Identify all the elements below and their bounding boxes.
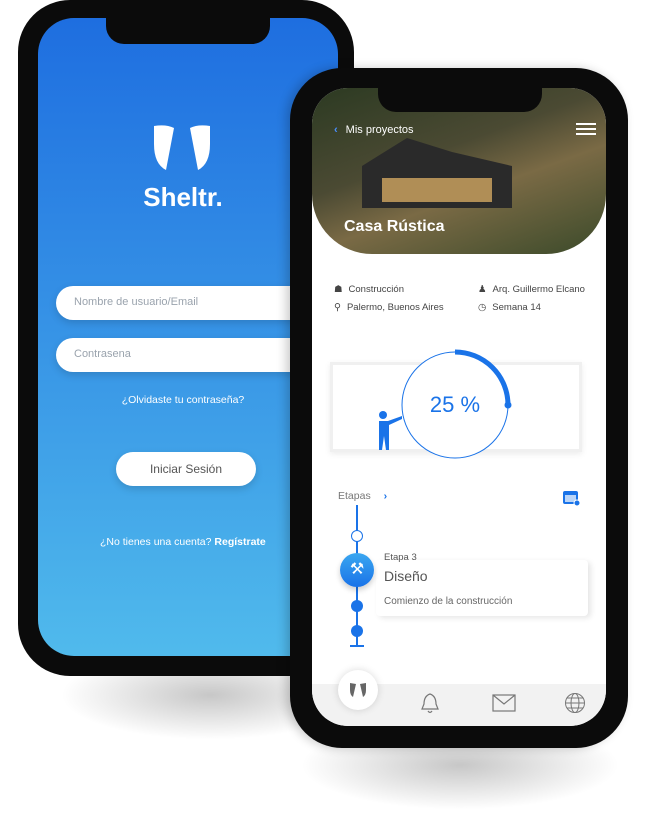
home-icon: ☗: [334, 284, 343, 295]
mail-icon[interactable]: [492, 694, 516, 712]
stages-link[interactable]: Etapas ›: [338, 490, 387, 502]
chevron-right-icon: ›: [383, 490, 388, 502]
project-type: Construcción: [348, 284, 404, 295]
sheltr-logo-icon: [350, 683, 366, 697]
architect-name: Arq. Guillermo Elcano: [492, 284, 585, 295]
menu-icon[interactable]: [576, 120, 596, 138]
person-icon: ♟: [478, 284, 487, 295]
stages-label: Etapas: [338, 490, 371, 502]
clock-icon: ◷: [478, 302, 487, 313]
no-account-text: ¿No tienes una cuenta?: [100, 536, 212, 548]
globe-icon[interactable]: [564, 692, 586, 714]
timeline-node-edit[interactable]: [351, 625, 363, 637]
location-pin-icon: ⚲: [334, 302, 341, 313]
notch: [106, 18, 270, 44]
timeline-node-completed[interactable]: [351, 530, 363, 542]
calendar-icon[interactable]: [562, 488, 580, 506]
brand-name: Sheltr.: [143, 182, 223, 212]
project-location: Palermo, Buenos Aires: [346, 302, 444, 313]
person-pointing-icon: [379, 411, 402, 450]
tools-icon[interactable]: ⚒: [340, 553, 374, 587]
project-title: Casa Rústica: [344, 218, 445, 235]
stage-description: Comienzo de la construcción: [384, 596, 513, 607]
progress-label: 25 %: [429, 392, 481, 417]
forgot-password-link[interactable]: ¿Olvidaste tu contraseña?: [38, 394, 328, 406]
back-button[interactable]: ‹ Mis proyectos: [334, 124, 414, 136]
stage-number: Etapa 3: [384, 552, 417, 563]
stage-name: Diseño: [384, 568, 428, 584]
project-phone: ‹ Mis proyectos Casa Rústica ☗ Construcció…: [290, 68, 628, 748]
notch: [378, 88, 542, 112]
nav-home-button[interactable]: [338, 670, 378, 710]
project-week: Semana 14: [492, 302, 541, 313]
login-button[interactable]: Iniciar Sesión: [116, 452, 256, 486]
back-label: Mis proyectos: [345, 124, 414, 136]
bell-icon[interactable]: [420, 692, 440, 714]
chevron-left-icon: ‹: [334, 124, 338, 136]
register-link[interactable]: Regístrate: [214, 536, 265, 548]
project-screen: ‹ Mis proyectos Casa Rústica ☗ Construcció…: [312, 88, 606, 726]
sheltr-logo-icon: [154, 125, 210, 170]
timeline-node[interactable]: [351, 600, 363, 612]
